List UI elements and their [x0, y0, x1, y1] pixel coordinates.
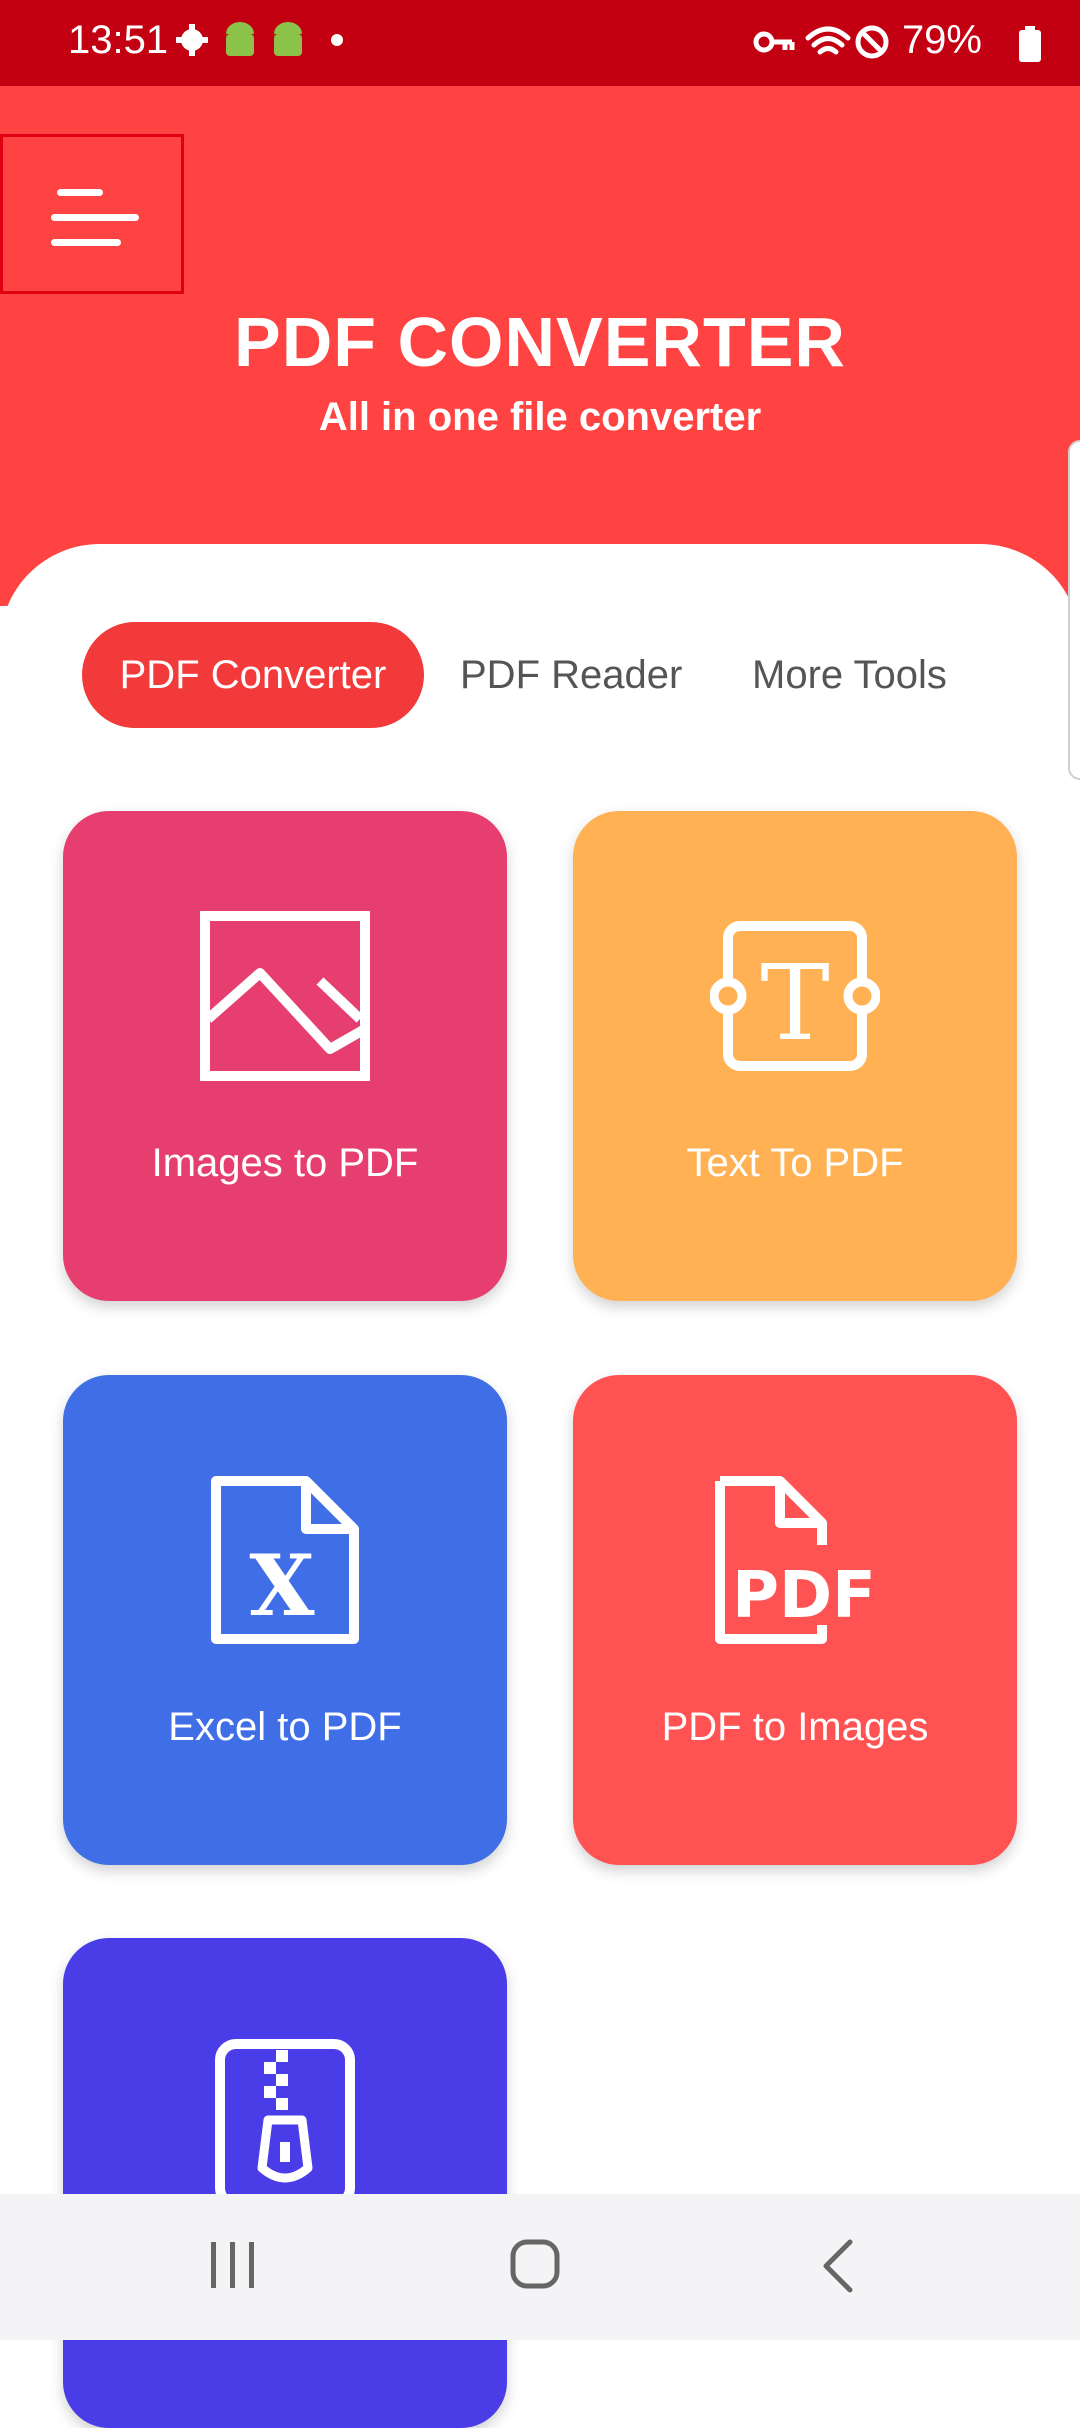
svg-text:PDF: PDF — [732, 1559, 876, 1633]
scroll-handle[interactable] — [1068, 440, 1080, 780]
text-icon: T — [710, 921, 880, 1071]
pdf-to-images-card[interactable]: PDF PDF to Images — [573, 1375, 1017, 1865]
tab-more-tools[interactable]: More Tools — [752, 622, 947, 728]
android-icon — [274, 22, 302, 56]
key-icon — [753, 31, 795, 53]
app-title: PDF CONVERTER — [234, 303, 846, 381]
card-label: Images to PDF — [151, 1141, 419, 1185]
image-icon — [200, 911, 370, 1081]
menu-button[interactable] — [0, 134, 184, 294]
system-nav-bar — [0, 2194, 1080, 2340]
card-label: Excel to PDF — [168, 1705, 402, 1749]
wifi-icon — [805, 26, 851, 55]
pdf-file-icon: PDF — [715, 1476, 876, 1644]
android-icon — [226, 22, 254, 56]
recent-apps-icon[interactable] — [208, 2240, 258, 2290]
tab-pdf-converter[interactable]: PDF Converter — [82, 622, 424, 728]
svg-text:X: X — [249, 1536, 315, 1635]
excel-file-icon: X — [211, 1476, 359, 1644]
zip-tool-card[interactable] — [63, 1938, 507, 2428]
back-icon[interactable] — [818, 2238, 858, 2294]
dot-icon — [331, 34, 343, 46]
excel-to-pdf-card[interactable]: X Excel to PDF — [63, 1375, 507, 1865]
images-to-pdf-card[interactable]: Images to PDF — [63, 811, 507, 1301]
app-subtitle: All in one file converter — [318, 395, 762, 439]
settings-gear-icon — [176, 24, 208, 56]
do-not-disturb-icon — [855, 25, 889, 59]
svg-text:T: T — [760, 942, 829, 1064]
status-icons-left — [176, 22, 343, 56]
battery-percentage: 79% — [901, 18, 982, 62]
hamburger-menu-icon — [51, 189, 139, 246]
status-bar: 13:51 79% — [0, 0, 1080, 86]
status-time: 13:51 — [68, 18, 169, 62]
card-label: Text To PDF — [686, 1141, 904, 1185]
text-to-pdf-card[interactable]: T Text To PDF — [573, 811, 1017, 1301]
battery-icon — [1019, 26, 1041, 62]
card-label: PDF to Images — [661, 1705, 929, 1749]
zip-file-icon — [215, 2039, 355, 2208]
tab-pdf-reader[interactable]: PDF Reader — [460, 622, 682, 728]
home-icon[interactable] — [509, 2238, 561, 2290]
